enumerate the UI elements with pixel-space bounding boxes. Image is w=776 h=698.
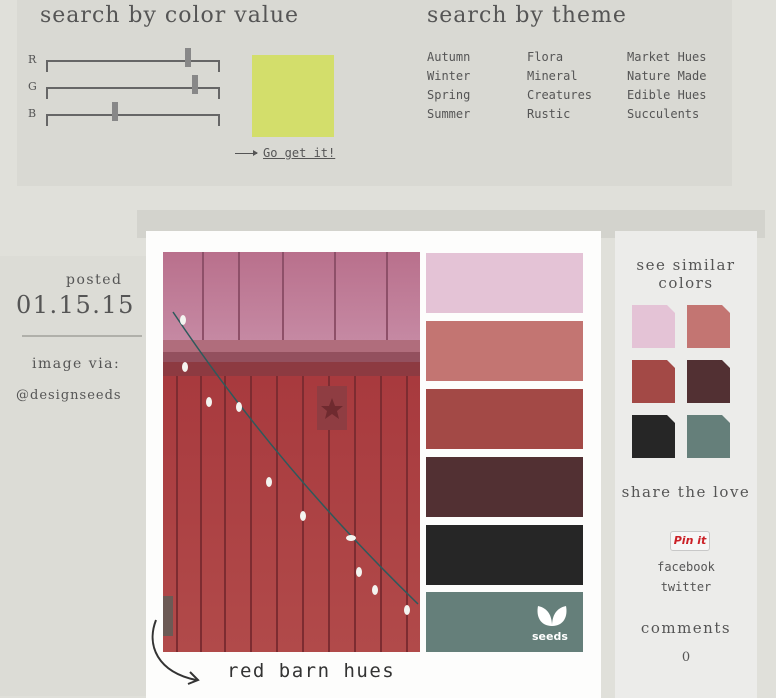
go-get-it-link[interactable]: Go get it! (263, 146, 335, 160)
slider-track-start (46, 60, 48, 72)
slider-g-label: G (28, 80, 37, 93)
palette-swatch (426, 389, 583, 449)
slider-track-start (46, 114, 48, 126)
palette-caption: red barn hues (227, 660, 396, 682)
theme-link[interactable]: Succulents (627, 107, 699, 121)
slider-track-end (218, 114, 220, 126)
theme-link[interactable]: Autumn (427, 50, 470, 64)
theme-link[interactable]: Summer (427, 107, 470, 121)
slider-track[interactable] (46, 75, 220, 99)
posted-label: posted (66, 272, 123, 288)
slider-track[interactable] (46, 102, 220, 126)
see-similar-title: see similar colors (636, 256, 736, 292)
theme-link[interactable]: Edible Hues (627, 88, 706, 102)
palette-swatch (426, 321, 583, 381)
slider-thumb[interactable] (185, 48, 191, 67)
slider-b-label: B (28, 107, 37, 120)
theme-link[interactable]: Spring (427, 88, 470, 102)
left-background-band (0, 256, 147, 696)
twitter-link[interactable]: twitter (615, 580, 757, 594)
similar-color-swatch[interactable] (632, 415, 675, 458)
slider-thumb[interactable] (112, 102, 118, 121)
slider-r-label: R (28, 53, 37, 66)
theme-link[interactable]: Rustic (527, 107, 570, 121)
theme-link[interactable]: Winter (427, 69, 470, 83)
theme-link[interactable]: Flora (527, 50, 563, 64)
similar-color-swatch[interactable] (687, 415, 730, 458)
pin-it-button[interactable]: Pin it (670, 531, 710, 551)
image-via-label: image via: (32, 356, 121, 372)
facebook-link[interactable]: facebook (615, 560, 757, 574)
similar-color-swatch[interactable] (632, 360, 675, 403)
share-title: share the love (621, 483, 751, 501)
color-search-title: search by color value (40, 3, 300, 28)
slider-track-start (46, 87, 48, 99)
image-via-handle[interactable]: @designseeds (16, 388, 122, 403)
go-get-it-link-row: Go get it! (235, 146, 335, 160)
palette-swatch (426, 253, 583, 313)
theme-search-title: search by theme (427, 3, 627, 28)
slider-track[interactable] (46, 48, 220, 72)
seeds-logo-text: seeds (532, 630, 568, 643)
arrow-right-icon (235, 150, 258, 156)
theme-link[interactable]: Market Hues (627, 50, 706, 64)
theme-link[interactable]: Creatures (527, 88, 592, 102)
slider-track-end (218, 87, 220, 99)
palette-swatch (426, 525, 583, 585)
divider (22, 335, 142, 337)
selected-color-swatch (252, 55, 334, 137)
palette-swatch (426, 457, 583, 517)
comments-count: 0 (681, 650, 691, 665)
posted-date: 01.15.15 (16, 291, 135, 319)
similar-color-swatch[interactable] (687, 360, 730, 403)
similar-color-swatch[interactable] (632, 305, 675, 348)
slider-thumb[interactable] (192, 75, 198, 94)
comments-title[interactable]: comments (615, 619, 757, 637)
barn-photo (163, 252, 420, 652)
seeds-logo: seeds (530, 604, 574, 644)
similar-color-swatch[interactable] (687, 305, 730, 348)
theme-link[interactable]: Mineral (527, 69, 578, 83)
slider-track-end (218, 60, 220, 72)
curved-arrow-icon (151, 619, 200, 685)
theme-link[interactable]: Nature Made (627, 69, 706, 83)
